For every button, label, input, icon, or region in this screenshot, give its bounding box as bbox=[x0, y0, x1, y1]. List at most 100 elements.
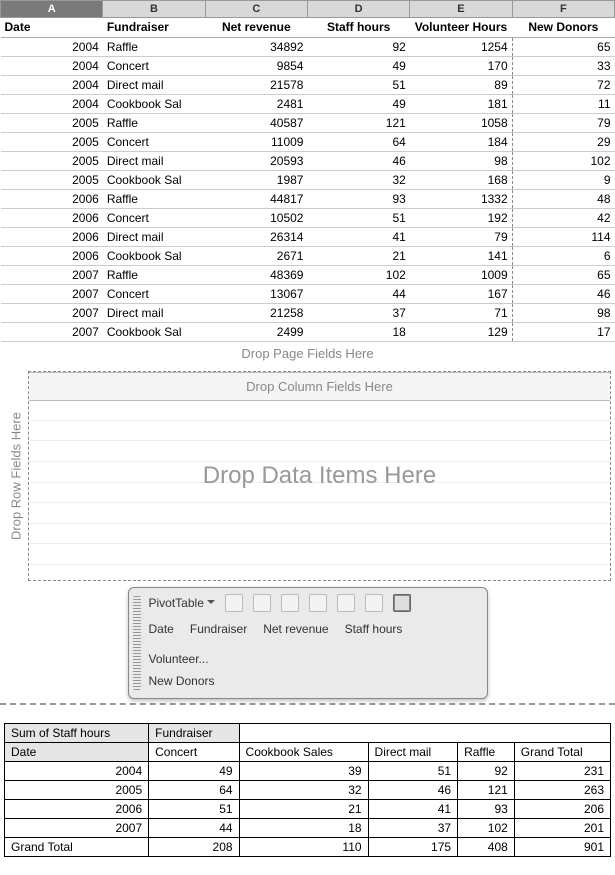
cell-date[interactable]: 2006 bbox=[1, 247, 103, 266]
cell-vol[interactable]: 79 bbox=[410, 228, 512, 247]
cell-vol[interactable]: 192 bbox=[410, 209, 512, 228]
pivot-measure[interactable]: Sum of Staff hours bbox=[5, 724, 149, 743]
cell-fundraiser[interactable]: Concert bbox=[103, 209, 205, 228]
cell-vol[interactable]: 181 bbox=[410, 95, 512, 114]
cell-fundraiser[interactable]: Cookbook Sal bbox=[103, 95, 205, 114]
refresh-icon[interactable] bbox=[337, 594, 355, 612]
pivot-col-field[interactable]: Fundraiser bbox=[149, 724, 239, 743]
cell-donors[interactable]: 114 bbox=[512, 228, 614, 247]
cell-net[interactable]: 11009 bbox=[205, 133, 307, 152]
pivot-grand-2[interactable]: 175 bbox=[368, 838, 458, 857]
hdr-fundraiser[interactable]: Fundraiser bbox=[103, 18, 205, 38]
cell-staff[interactable]: 49 bbox=[307, 95, 409, 114]
cell-donors[interactable]: 9 bbox=[512, 171, 614, 190]
pivot-col-4[interactable]: Grand Total bbox=[514, 743, 610, 762]
pivot-row-label[interactable]: 2005 bbox=[5, 781, 149, 800]
pivot-row-field[interactable]: Date bbox=[5, 743, 149, 762]
pivot-grand-0[interactable]: 208 bbox=[149, 838, 239, 857]
pivot-cell[interactable]: 49 bbox=[149, 762, 239, 781]
cell-staff[interactable]: 44 bbox=[307, 285, 409, 304]
pivot-cell[interactable]: 51 bbox=[368, 762, 458, 781]
pivot-field-button[interactable]: Staff hours bbox=[345, 622, 403, 636]
pivot-field-button[interactable]: Date bbox=[149, 622, 174, 636]
cell-date[interactable]: 2005 bbox=[1, 114, 103, 133]
pivot-col-0[interactable]: Concert bbox=[149, 743, 239, 762]
cell-date[interactable]: 2005 bbox=[1, 133, 103, 152]
pivot-grand-3[interactable]: 408 bbox=[458, 838, 515, 857]
cell-staff[interactable]: 21 bbox=[307, 247, 409, 266]
col-header-b[interactable]: B bbox=[103, 1, 205, 18]
pivot-cell[interactable]: 121 bbox=[458, 781, 515, 800]
cell-net[interactable]: 9854 bbox=[205, 57, 307, 76]
pivot-field-button[interactable]: Net revenue bbox=[263, 622, 328, 636]
cell-date[interactable]: 2006 bbox=[1, 228, 103, 247]
cell-staff[interactable]: 46 bbox=[307, 152, 409, 171]
pivot-cell[interactable]: 46 bbox=[368, 781, 458, 800]
pivot-cell[interactable]: 93 bbox=[458, 800, 515, 819]
cell-vol[interactable]: 98 bbox=[410, 152, 512, 171]
cell-vol[interactable]: 89 bbox=[410, 76, 512, 95]
field-list-icon[interactable] bbox=[393, 594, 411, 612]
cell-donors[interactable]: 33 bbox=[512, 57, 614, 76]
cell-net[interactable]: 48369 bbox=[205, 266, 307, 285]
cell-vol[interactable]: 1058 bbox=[410, 114, 512, 133]
cell-vol[interactable]: 71 bbox=[410, 304, 512, 323]
cell-staff[interactable]: 64 bbox=[307, 133, 409, 152]
cell-staff[interactable]: 93 bbox=[307, 190, 409, 209]
pivot-cell[interactable]: 37 bbox=[368, 819, 458, 838]
drop-row-fields[interactable]: Drop Row Fields Here bbox=[5, 372, 27, 580]
show-detail-icon[interactable] bbox=[309, 594, 327, 612]
drop-data-items[interactable]: Drop Data Items Here bbox=[203, 462, 436, 490]
cell-vol[interactable]: 1254 bbox=[410, 38, 512, 57]
cell-vol[interactable]: 167 bbox=[410, 285, 512, 304]
cell-net[interactable]: 2499 bbox=[205, 323, 307, 342]
drop-column-fields[interactable]: Drop Column Fields Here bbox=[29, 372, 610, 401]
pivot-cell[interactable]: 18 bbox=[239, 819, 368, 838]
cell-donors[interactable]: 29 bbox=[512, 133, 614, 152]
format-report-icon[interactable] bbox=[225, 594, 243, 612]
cell-vol[interactable]: 1009 bbox=[410, 266, 512, 285]
col-header-e[interactable]: E bbox=[410, 1, 512, 18]
cell-date[interactable]: 2004 bbox=[1, 95, 103, 114]
pivot-drop-zone[interactable]: Drop Column Fields Here Drop Row Fields … bbox=[28, 371, 611, 581]
pivot-grand-1[interactable]: 110 bbox=[239, 838, 368, 857]
cell-net[interactable]: 26314 bbox=[205, 228, 307, 247]
cell-date[interactable]: 2006 bbox=[1, 209, 103, 228]
col-header-a[interactable]: A bbox=[1, 1, 103, 18]
cell-donors[interactable]: 48 bbox=[512, 190, 614, 209]
cell-fundraiser[interactable]: Cookbook Sal bbox=[103, 247, 205, 266]
cell-donors[interactable]: 6 bbox=[512, 247, 614, 266]
cell-fundraiser[interactable]: Direct mail bbox=[103, 304, 205, 323]
col-header-d[interactable]: D bbox=[307, 1, 409, 18]
cell-staff[interactable]: 41 bbox=[307, 228, 409, 247]
cell-donors[interactable]: 98 bbox=[512, 304, 614, 323]
cell-staff[interactable]: 32 bbox=[307, 171, 409, 190]
cell-donors[interactable]: 42 bbox=[512, 209, 614, 228]
cell-fundraiser[interactable]: Cookbook Sal bbox=[103, 323, 205, 342]
pivot-cell[interactable]: 263 bbox=[514, 781, 610, 800]
pivot-cell[interactable]: 206 bbox=[514, 800, 610, 819]
cell-staff[interactable]: 121 bbox=[307, 114, 409, 133]
cell-net[interactable]: 1987 bbox=[205, 171, 307, 190]
cell-net[interactable]: 10502 bbox=[205, 209, 307, 228]
pivot-row-label[interactable]: 2007 bbox=[5, 819, 149, 838]
cell-vol[interactable]: 1332 bbox=[410, 190, 512, 209]
hdr-staff-hours[interactable]: Staff hours bbox=[307, 18, 409, 38]
cell-donors[interactable]: 11 bbox=[512, 95, 614, 114]
pivot-field-button[interactable]: Fundraiser bbox=[190, 622, 247, 636]
pivot-field-button[interactable]: Volunteer... bbox=[149, 652, 209, 666]
pivot-cell[interactable]: 32 bbox=[239, 781, 368, 800]
cell-date[interactable]: 2005 bbox=[1, 171, 103, 190]
cell-net[interactable]: 20593 bbox=[205, 152, 307, 171]
cell-fundraiser[interactable]: Direct mail bbox=[103, 76, 205, 95]
hdr-volunteer-hours[interactable]: Volunteer Hours bbox=[410, 18, 512, 38]
col-header-c[interactable]: C bbox=[205, 1, 307, 18]
pivot-grand-4[interactable]: 901 bbox=[514, 838, 610, 857]
pivottable-menu[interactable]: PivotTable bbox=[149, 596, 215, 610]
cell-fundraiser[interactable]: Concert bbox=[103, 285, 205, 304]
hide-detail-icon[interactable] bbox=[281, 594, 299, 612]
cell-staff[interactable]: 51 bbox=[307, 76, 409, 95]
cell-donors[interactable]: 72 bbox=[512, 76, 614, 95]
cell-fundraiser[interactable]: Concert bbox=[103, 133, 205, 152]
cell-vol[interactable]: 170 bbox=[410, 57, 512, 76]
